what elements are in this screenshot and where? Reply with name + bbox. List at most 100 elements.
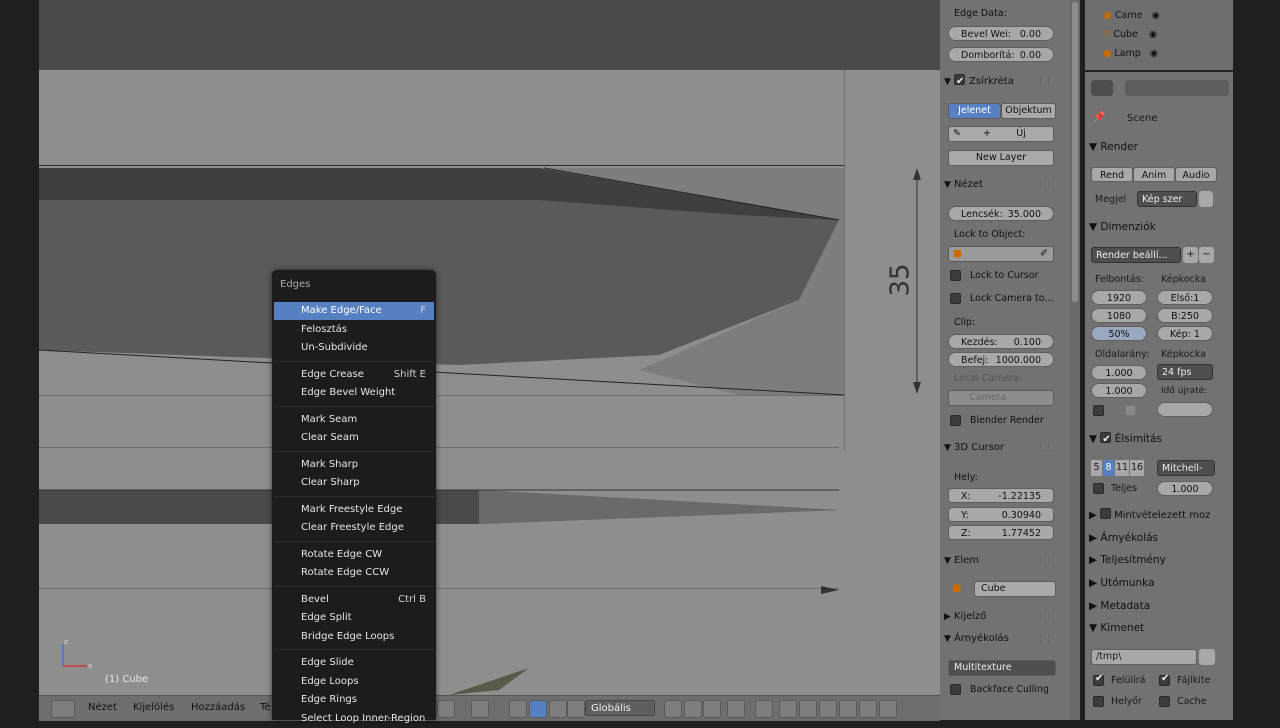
- orientation-select[interactable]: Globális: [585, 700, 655, 716]
- menu-item-bridge-edge-loops[interactable]: Bridge Edge Loops: [274, 628, 434, 646]
- snap-icon[interactable]: [755, 700, 773, 718]
- menu-view[interactable]: Nézet: [88, 702, 117, 713]
- output-section[interactable]: ▼ Kimenet: [1089, 618, 1229, 638]
- cursor-z-field[interactable]: Z: 1.77452: [948, 525, 1054, 540]
- item-name-field[interactable]: Cube: [974, 581, 1056, 597]
- output-path-input[interactable]: /tmp\: [1091, 649, 1197, 665]
- menu-item-edge-slide[interactable]: Edge Slide: [274, 654, 434, 672]
- menu-select[interactable]: Kijelölés: [133, 702, 174, 713]
- remove-preset-icon[interactable]: −: [1199, 247, 1214, 263]
- layer-icon[interactable]: [703, 700, 721, 718]
- clip-end-field[interactable]: Befej: 1000.000: [948, 352, 1054, 367]
- motion-blur-checkbox[interactable]: [1099, 508, 1111, 519]
- blender-render-checkbox[interactable]: [950, 415, 961, 426]
- outliner-row[interactable]: ● Lamp ◉: [1103, 46, 1158, 62]
- render-preview-icon[interactable]: [879, 700, 897, 718]
- frame-end-field[interactable]: B:250: [1157, 308, 1213, 323]
- shading-mode-select[interactable]: Multitexture: [948, 660, 1056, 676]
- outliner-row[interactable]: ▽ Cube ◉: [1103, 27, 1157, 43]
- render-preview-icon[interactable]: [859, 700, 877, 718]
- lock-cursor-checkbox[interactable]: [950, 270, 961, 281]
- aa-filter-select[interactable]: Mitchell-: [1157, 460, 1215, 476]
- manipulator-icon[interactable]: [509, 700, 527, 718]
- frame-step-field[interactable]: Kép: 1: [1157, 326, 1213, 341]
- animation-button[interactable]: Anim: [1133, 167, 1175, 182]
- backface-culling-checkbox[interactable]: [950, 684, 961, 695]
- menu-item-rotate-edge-ccw[interactable]: Rotate Edge CCW: [274, 564, 434, 582]
- display-select[interactable]: Kép szer: [1137, 191, 1197, 207]
- resolution-x-field[interactable]: 1920: [1091, 290, 1147, 305]
- shading-section[interactable]: ▶ Árnyékolás: [1089, 528, 1229, 548]
- menu-item-bevel[interactable]: Bevel Ctrl B: [274, 591, 434, 609]
- new-grease-button[interactable]: ✎ + Új: [948, 126, 1054, 142]
- post-processing-section[interactable]: ▶ Utómunka: [1089, 573, 1229, 593]
- layer-icon[interactable]: [684, 700, 702, 718]
- render-preview-icon[interactable]: [839, 700, 857, 718]
- drag-handle-icon[interactable]: ⋮⋮: [1036, 607, 1053, 627]
- resolution-percent-field[interactable]: 50%: [1091, 326, 1147, 341]
- drag-handle-icon[interactable]: ⋮⋮: [1036, 175, 1053, 195]
- scrollbar-thumb[interactable]: [1072, 2, 1078, 302]
- 3d-viewport[interactable]: 35 z x (1) Cube: [39, 0, 940, 695]
- proportional-edit-icon[interactable]: [727, 700, 745, 718]
- tab-scene[interactable]: Jelenet: [948, 103, 1001, 119]
- motion-blur-section[interactable]: ▶ Mintvételezett moz: [1089, 506, 1229, 526]
- menu-item-edge-loops[interactable]: Edge Loops: [274, 673, 434, 691]
- local-camera-field[interactable]: Camera: [948, 390, 1054, 406]
- eye-icon[interactable]: ◉: [1150, 48, 1158, 59]
- dimensions-section[interactable]: ▼ Dimenziók: [1089, 217, 1229, 237]
- window-icon[interactable]: [1199, 191, 1213, 207]
- border-checkbox[interactable]: [1093, 405, 1104, 416]
- fps-select[interactable]: 24 fps: [1157, 364, 1213, 380]
- bevel-weight-field[interactable]: Bevel Wei: 0.00: [948, 26, 1054, 41]
- lock-object-field[interactable]: ■ ✐: [948, 246, 1054, 262]
- lock-camera-checkbox[interactable]: [950, 293, 961, 304]
- antialiasing-checkbox[interactable]: [1100, 430, 1112, 450]
- cache-checkbox[interactable]: [1159, 696, 1170, 707]
- translate-icon[interactable]: [529, 700, 547, 718]
- overwrite-checkbox[interactable]: [1093, 673, 1104, 686]
- drag-handle-icon[interactable]: ⋮⋮: [1036, 72, 1053, 92]
- outliner-row[interactable]: ▣ Came ◉: [1103, 8, 1160, 24]
- menu-item-edge-bevel-weight[interactable]: Edge Bevel Weight: [274, 384, 434, 402]
- context-tabs[interactable]: [1125, 80, 1229, 96]
- rotate-icon[interactable]: [549, 700, 567, 718]
- full-sample-checkbox[interactable]: [1093, 483, 1104, 494]
- menu-item-un-subdivide[interactable]: Un-Subdivide: [274, 339, 434, 357]
- pin-icon[interactable]: 📌: [1093, 112, 1105, 123]
- grease-pencil-checkbox[interactable]: [954, 72, 965, 92]
- metadata-section[interactable]: ▶ Metadata: [1089, 596, 1229, 616]
- properties-scrollbar[interactable]: [1070, 0, 1080, 720]
- menu-item-mark-sharp[interactable]: Mark Sharp: [274, 456, 434, 474]
- menu-item-select-loop-inner-region[interactable]: Select Loop Inner-Region: [274, 710, 434, 728]
- aa-samples-5[interactable]: 5: [1091, 460, 1102, 476]
- display-section[interactable]: ▶ Kijelző ⋮⋮: [944, 607, 1062, 627]
- cursor-x-field[interactable]: X: -1.22135: [948, 488, 1054, 503]
- eye-icon[interactable]: ◉: [1149, 29, 1157, 40]
- antialiasing-section[interactable]: ▼ Élsimítás: [1089, 429, 1229, 450]
- aa-samples-8[interactable]: 8: [1103, 460, 1114, 476]
- drag-handle-icon[interactable]: ⋮⋮: [1036, 438, 1053, 458]
- aa-size-field[interactable]: 1.000: [1157, 481, 1213, 496]
- menu-add[interactable]: Hozzáadás: [191, 702, 245, 713]
- eye-icon[interactable]: ◉: [1152, 10, 1160, 21]
- menu-item-feloszt-s[interactable]: Felosztás: [274, 321, 434, 339]
- editor-type-icon[interactable]: [51, 700, 75, 718]
- view-section[interactable]: ▼ Nézet ⋮⋮: [944, 175, 1062, 195]
- snap-icon[interactable]: [819, 700, 837, 718]
- aa-samples-16[interactable]: 16: [1130, 460, 1144, 476]
- presets-select[interactable]: Render beállí...: [1091, 247, 1181, 263]
- menu-item-make-edge-face[interactable]: Make Edge/Face F: [274, 302, 434, 320]
- lens-field[interactable]: Lencsék: 35.000: [948, 206, 1054, 221]
- aspect-y-field[interactable]: 1.000: [1091, 383, 1147, 398]
- placeholders-checkbox[interactable]: [1093, 696, 1104, 707]
- crease-field[interactable]: Domborítá: 0.00: [948, 47, 1054, 62]
- menu-item-mark-freestyle-edge[interactable]: Mark Freestyle Edge: [274, 501, 434, 519]
- folder-icon[interactable]: [1199, 649, 1215, 665]
- menu-item-clear-sharp[interactable]: Clear Sharp: [274, 474, 434, 492]
- menu-item-clear-seam[interactable]: Clear Seam: [274, 429, 434, 447]
- snap-target-icon[interactable]: [779, 700, 797, 718]
- menu-item-edge-rings[interactable]: Edge Rings: [274, 691, 434, 709]
- frame-start-field[interactable]: Első:1: [1157, 290, 1213, 305]
- render-button[interactable]: Rend: [1091, 167, 1133, 182]
